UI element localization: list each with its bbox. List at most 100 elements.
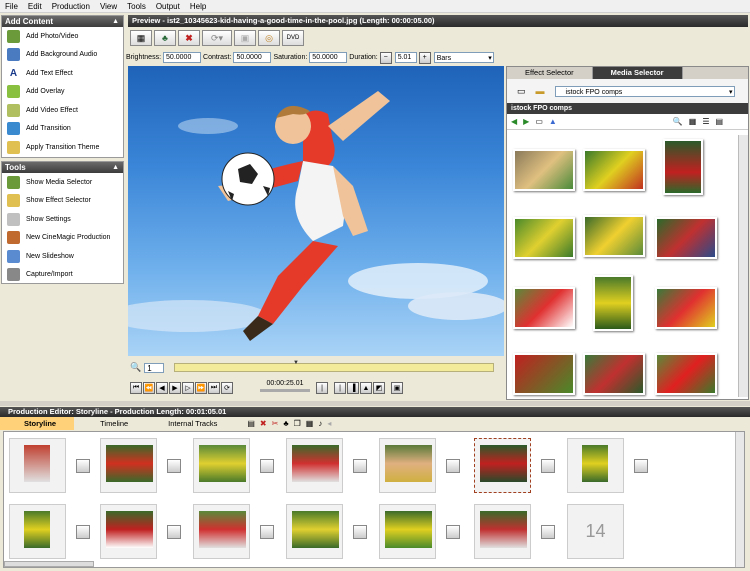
capture-import[interactable]: Capture/Import (2, 266, 123, 285)
transition-slot[interactable] (446, 525, 460, 539)
tools-header[interactable]: Tools ▲ (2, 162, 123, 173)
duration-minus[interactable]: − (379, 51, 392, 64)
volume-slider[interactable] (260, 389, 310, 392)
style-select[interactable]: Bars ▾ (433, 52, 494, 63)
snapshot-button[interactable]: ▣ (391, 382, 403, 394)
media-thumb[interactable] (513, 353, 575, 395)
go-end-button[interactable]: ⏭ (208, 382, 220, 394)
menu-edit[interactable]: Edit (23, 2, 47, 11)
media-thumb[interactable] (663, 139, 703, 195)
forward-icon[interactable]: ▶ (523, 117, 529, 126)
monitor-icon[interactable]: ▭ (535, 117, 543, 126)
transition-slot[interactable] (353, 459, 367, 473)
storyline-scrollbar[interactable] (735, 432, 744, 567)
add-background-audio[interactable]: Add Background Audio (2, 46, 123, 65)
view-icon[interactable]: ▦ (689, 117, 697, 126)
properties-icon[interactable]: ▤ (247, 419, 255, 428)
media-thumb[interactable] (513, 217, 575, 259)
duration-input[interactable] (394, 52, 417, 63)
transition-slot[interactable] (76, 459, 90, 473)
rotate-button[interactable]: ⟳▾ (202, 30, 232, 46)
storyline-clip[interactable] (193, 438, 250, 493)
mark-out-button[interactable]: ▐ (347, 382, 359, 394)
copy-icon[interactable]: ❐ (294, 419, 301, 428)
storyline-clip-selected[interactable] (474, 438, 531, 493)
storyline-clip[interactable] (379, 438, 436, 493)
empty-clip-slot[interactable]: 14 (567, 504, 624, 559)
tab-media-selector[interactable]: Media Selector (592, 67, 683, 79)
search-icon[interactable]: 🔍 (673, 117, 683, 126)
step-forward-button[interactable]: ▷ (182, 382, 194, 394)
effect-button[interactable]: ♣ (154, 30, 176, 46)
show-settings[interactable]: Show Settings (2, 210, 123, 229)
folder-icon[interactable]: ▬ (536, 86, 545, 96)
splitter[interactable] (0, 401, 750, 406)
add-text-effect[interactable]: A Add Text Effect (2, 64, 123, 83)
horizontal-scrollbar[interactable] (4, 561, 94, 567)
fast-forward-button[interactable]: ⏩ (195, 382, 207, 394)
folder-select[interactable]: istock FPO comps ▾ (554, 85, 735, 97)
media-thumb[interactable] (655, 287, 717, 329)
storyline-clip[interactable] (474, 504, 531, 559)
tab-internal-tracks[interactable]: Internal Tracks (138, 417, 227, 430)
tab-effect-selector[interactable]: Effect Selector (507, 67, 593, 79)
speaker-icon[interactable]: ◂ (327, 419, 331, 428)
delete-icon[interactable]: ✖ (260, 419, 267, 428)
transition-slot[interactable] (353, 525, 367, 539)
media-thumb[interactable] (583, 215, 645, 257)
rewind-button[interactable]: ⏪ (143, 382, 155, 394)
page-icon[interactable]: ▭ (517, 86, 526, 97)
clip-button[interactable]: ◩ (373, 382, 385, 394)
menu-tools[interactable]: Tools (122, 2, 151, 11)
playhead-icon[interactable]: ▼ (293, 360, 299, 366)
add-photo-video[interactable]: Add Photo/Video (2, 27, 123, 46)
storyline-clip[interactable] (193, 504, 250, 559)
storyline-clip[interactable] (100, 438, 157, 493)
sort-icon[interactable]: ▤ (716, 117, 724, 126)
brightness-input[interactable] (163, 52, 202, 63)
scrub-bar[interactable]: ▼ (174, 360, 494, 372)
split-button[interactable]: ▲ (360, 382, 372, 394)
delete-button[interactable]: ✖ (178, 30, 200, 46)
media-thumb[interactable] (513, 287, 575, 329)
list-icon[interactable]: ☰ (702, 117, 709, 126)
transition-slot[interactable] (634, 459, 648, 473)
menu-file[interactable]: File (0, 2, 23, 11)
show-effect-selector[interactable]: Show Effect Selector (2, 192, 123, 211)
duration-plus[interactable]: + (418, 51, 431, 64)
mark-in-button[interactable]: | (316, 382, 328, 394)
media-scrollbar[interactable] (738, 135, 748, 397)
paste-icon[interactable]: ▦ (306, 419, 314, 428)
contrast-input[interactable] (233, 52, 272, 63)
go-start-button[interactable]: ⏮ (130, 382, 142, 394)
media-thumb[interactable] (655, 353, 717, 395)
transition-slot[interactable] (76, 525, 90, 539)
transition-slot[interactable] (541, 525, 555, 539)
transition-slot[interactable] (167, 525, 181, 539)
menu-output[interactable]: Output (151, 2, 185, 11)
storyline-clip[interactable] (286, 504, 343, 559)
transition-slot[interactable] (260, 525, 274, 539)
effect-icon[interactable]: ♣ (283, 419, 288, 428)
apply-transition-theme[interactable]: Apply Transition Theme (2, 138, 123, 157)
tab-timeline[interactable]: Timeline (74, 417, 138, 430)
media-thumb[interactable] (583, 353, 645, 395)
storyline-clip[interactable] (379, 504, 436, 559)
media-thumb[interactable] (655, 217, 717, 259)
menu-view[interactable]: View (95, 2, 122, 11)
storyline-clip[interactable] (9, 504, 66, 559)
transition-slot[interactable] (260, 459, 274, 473)
transition-slot[interactable] (541, 459, 555, 473)
media-thumb[interactable] (593, 275, 633, 331)
frame-input[interactable]: 1 (144, 362, 165, 373)
zoom-icon[interactable]: 🔍 (130, 362, 141, 373)
crop-button[interactable]: ▣ (234, 30, 256, 46)
transition-slot[interactable] (167, 459, 181, 473)
storyline-clip[interactable] (100, 504, 157, 559)
target-button[interactable]: ◎ (258, 30, 280, 46)
play-button[interactable]: ▶ (169, 382, 181, 394)
storyline-clip[interactable] (567, 438, 624, 493)
audio-icon[interactable]: ♪ (318, 419, 322, 428)
collapse-icon[interactable]: ▲ (112, 16, 119, 27)
fit-button[interactable]: ▦ (130, 30, 152, 46)
